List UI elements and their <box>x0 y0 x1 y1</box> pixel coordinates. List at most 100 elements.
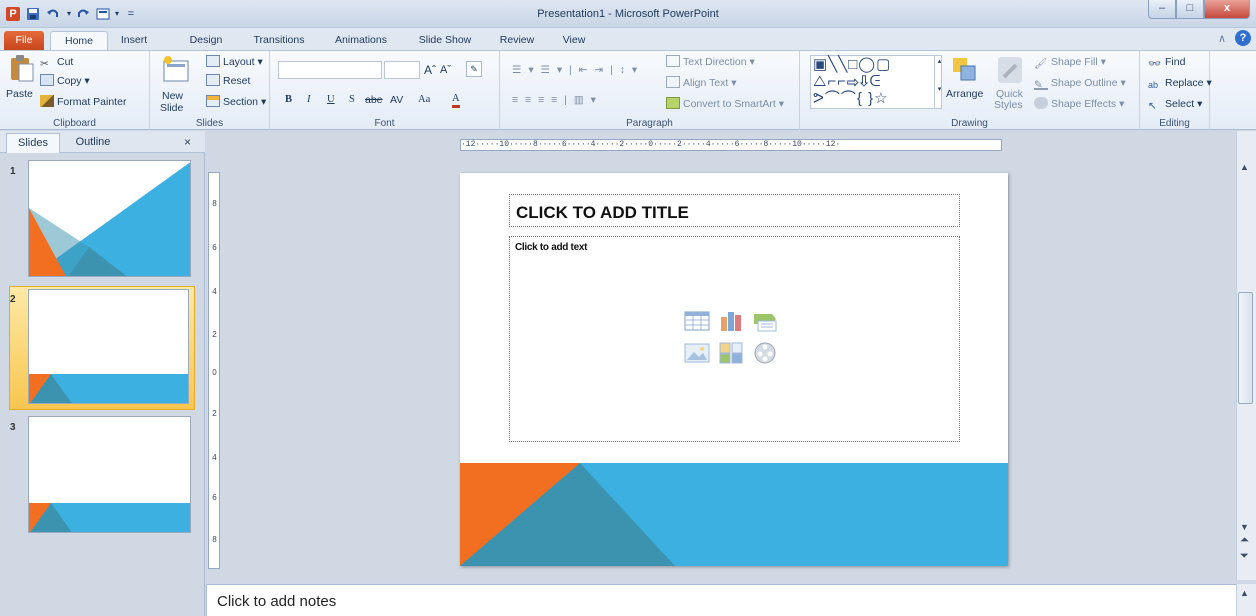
replace-button[interactable]: ab Replace ▾ <box>1148 76 1212 90</box>
vertical-ruler-mark: 4 <box>212 287 217 296</box>
quick-styles-icon[interactable] <box>996 55 1024 85</box>
vertical-ruler-mark: 0 <box>212 368 217 377</box>
copy-button[interactable]: Copy ▾ <box>40 74 90 88</box>
slide-thumbnail-1[interactable] <box>28 160 191 277</box>
cursor-icon: ↖ <box>1148 100 1157 112</box>
reset-button[interactable]: Reset <box>206 74 250 88</box>
notes-pane[interactable]: Click to add notes <box>206 584 1236 616</box>
tab-slides[interactable]: Slides <box>6 133 60 153</box>
tab-slide-show[interactable]: Slide Show <box>408 31 482 50</box>
bullets-button[interactable]: ☰ ▾ ☰ ▾ | ⇤ ⇥ | ↕ ▾ <box>512 63 639 77</box>
tab-animations[interactable]: Animations <box>324 31 398 50</box>
slide-number: 1 <box>10 166 16 177</box>
slide-2-design <box>29 374 188 403</box>
binoculars-icon: 👓 <box>1148 58 1162 70</box>
font-name-combo[interactable] <box>278 61 382 79</box>
tab-review[interactable]: Review <box>492 31 542 50</box>
next-slide-icon[interactable]: ⏷ <box>1240 551 1249 562</box>
insert-table-icon[interactable] <box>684 309 710 333</box>
effects-icon <box>1034 97 1048 109</box>
arrange-button[interactable]: Arrange <box>946 87 983 101</box>
slide-thumbnail-2[interactable] <box>28 289 189 404</box>
italic-button[interactable]: I <box>307 93 311 107</box>
drawing-label: Drawing <box>951 118 988 129</box>
vertical-ruler-mark: 6 <box>212 493 217 502</box>
new-slide-icon[interactable] <box>162 55 190 85</box>
layout-label: Layout <box>223 56 255 68</box>
vertical-ruler: 8 6 4 2 0 2 4 6 8 <box>208 172 220 569</box>
content-placeholder[interactable]: Click to add text <box>509 236 960 442</box>
shape-outline-label: Shape Outline <box>1051 77 1118 89</box>
title-placeholder[interactable]: CLICK TO ADD TITLE <box>509 194 960 227</box>
vertical-ruler-mark: 8 <box>212 535 217 544</box>
cut-button[interactable]: ✂ Cut <box>40 55 73 70</box>
insert-chart-icon[interactable] <box>718 309 744 333</box>
layout-button[interactable]: Layout ▾ <box>206 55 263 69</box>
maximize-button[interactable]: □ <box>1176 0 1204 19</box>
editing-label: Editing <box>1159 118 1190 129</box>
convert-smartart-button[interactable]: Convert to SmartArt ▾ <box>666 97 784 111</box>
notes-scroll-up-icon[interactable]: ▲ <box>1240 588 1249 598</box>
vertical-ruler-mark: 2 <box>212 409 217 418</box>
shapes-gallery-more[interactable]: ▴ ▾ <box>934 55 944 109</box>
slide-canvas[interactable]: CLICK TO ADD TITLE Click to add text <box>460 173 1008 566</box>
paint-bucket-icon: 🖌 <box>1034 58 1048 70</box>
shape-effects-label: Shape Effects <box>1051 98 1117 110</box>
tab-outline[interactable]: Outline <box>62 133 124 153</box>
close-button[interactable]: x <box>1204 0 1250 19</box>
insert-clip-art-icon[interactable] <box>718 341 744 365</box>
shape-effects-button[interactable]: Shape Effects ▾ <box>1034 97 1124 111</box>
section-button[interactable]: Section ▾ <box>206 95 266 109</box>
help-icon[interactable]: ? <box>1235 30 1251 46</box>
select-button[interactable]: ↖ Select ▾ <box>1148 97 1202 112</box>
text-direction-button[interactable]: Text Direction ▾ <box>666 55 755 69</box>
font-label: Font <box>374 118 395 129</box>
close-pane-icon[interactable]: × <box>184 135 191 149</box>
font-color-button[interactable]: A <box>452 93 460 108</box>
tab-file[interactable]: File <box>4 31 44 50</box>
tab-transitions[interactable]: Transitions <box>246 31 312 50</box>
insert-smartart-icon[interactable] <box>752 309 778 333</box>
new-slide-label-2[interactable]: Slide <box>160 101 183 115</box>
font-size-combo[interactable] <box>384 61 420 79</box>
reset-icon <box>206 74 220 86</box>
bold-button[interactable]: B <box>285 93 292 107</box>
shrink-font-button[interactable]: Aˇ <box>440 63 451 77</box>
format-painter-button[interactable]: Format Painter <box>40 95 126 109</box>
find-button[interactable]: 👓 Find <box>1148 55 1185 70</box>
strikethrough-button[interactable]: abe <box>365 93 383 107</box>
scroll-up-icon[interactable]: ▲ <box>1240 162 1249 172</box>
notes-placeholder: Click to add notes <box>217 593 337 610</box>
quick-styles-label-2[interactable]: Styles <box>994 98 1023 112</box>
shape-outline-button[interactable]: ✎ Shape Outline ▾ <box>1034 76 1126 91</box>
scrollbar-thumb[interactable] <box>1238 292 1253 404</box>
tab-view[interactable]: View <box>552 31 596 50</box>
insert-media-icon[interactable] <box>752 341 778 365</box>
insert-picture-icon[interactable] <box>684 341 710 365</box>
clipboard-label: Clipboard <box>53 118 96 129</box>
shadow-button[interactable]: S <box>349 93 355 107</box>
minimize-button[interactable]: – <box>1148 0 1176 19</box>
scroll-down-icon[interactable]: ▼ <box>1240 522 1249 532</box>
tab-home[interactable]: Home <box>50 31 108 50</box>
slide-thumbnail-3[interactable] <box>28 416 191 533</box>
underline-button[interactable]: U <box>327 93 335 107</box>
previous-slide-icon[interactable]: ⏶ <box>1240 535 1249 546</box>
clear-formatting-button[interactable]: ✎ <box>466 61 482 77</box>
ribbon-tab-bar: File Home Insert Design Transitions Anim… <box>0 28 1256 50</box>
tab-insert[interactable]: Insert <box>114 31 154 50</box>
alignment-buttons[interactable]: ≡ ≡ ≡ ≡ | ▥ ▾ <box>512 93 598 107</box>
vertical-ruler-mark: 6 <box>212 243 217 252</box>
slide-number: 3 <box>10 422 16 433</box>
arrange-icon[interactable] <box>950 55 978 85</box>
shape-fill-button[interactable]: 🖌 Shape Fill ▾ <box>1034 55 1106 70</box>
paste-icon[interactable] <box>8 54 36 84</box>
change-case-button[interactable]: Aa <box>418 93 430 107</box>
align-text-button[interactable]: Align Text ▾ <box>666 76 737 90</box>
minimize-ribbon-icon[interactable]: ∧ <box>1218 32 1226 45</box>
tab-design[interactable]: Design <box>184 31 228 50</box>
paste-button[interactable]: Paste <box>6 87 33 101</box>
shapes-gallery[interactable]: ▣╲╲□◯▢ △⌐⌐⇨⇩ᕮ ᕗ⌒⌒{ }☆ <box>810 55 942 109</box>
character-spacing-button[interactable]: AV <box>390 93 403 107</box>
grow-font-button[interactable]: Aˆ <box>424 63 436 77</box>
